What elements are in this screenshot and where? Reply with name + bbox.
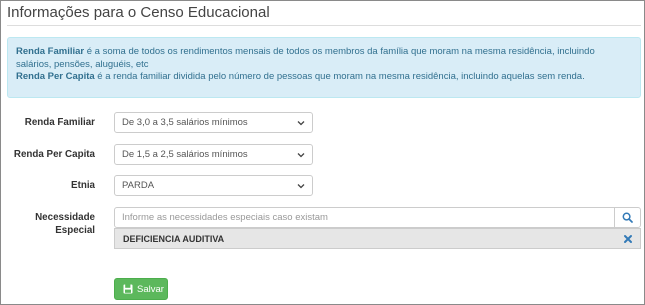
renda-familiar-value: De 3,0 a 3,5 salários mínimos <box>122 117 248 128</box>
search-button[interactable] <box>614 207 641 228</box>
etnia-value: PARDA <box>122 180 155 191</box>
chevron-down-icon <box>297 153 305 158</box>
save-button[interactable]: Salvar <box>114 278 168 300</box>
renda-per-capita-label: Renda Per Capita <box>13 149 95 160</box>
page-frame: Informações para o Censo Educacional Ren… <box>0 0 645 305</box>
floppy-disk-icon <box>123 284 133 294</box>
renda-familiar-label: Renda Familiar <box>24 117 95 128</box>
page-title: Informações para o Censo Educacional <box>7 4 270 21</box>
selected-necessidade-label: DEFICIENCIA AUDITIVA <box>123 234 225 244</box>
chevron-down-icon <box>297 184 305 189</box>
renda-familiar-select[interactable]: De 3,0 a 3,5 salários mínimos <box>114 112 313 133</box>
etnia-select[interactable]: PARDA <box>114 175 313 196</box>
info-renda-per-capita-term: Renda Per Capita <box>16 71 95 83</box>
necessidade-especial-label: Necessidade Especial <box>35 211 95 237</box>
info-renda-familiar-term: Renda Familiar <box>16 46 85 57</box>
title-divider <box>7 25 641 26</box>
save-button-label: Salvar <box>137 283 164 295</box>
info-alert: Renda Familiar é a soma de todos os rend… <box>7 37 641 98</box>
renda-per-capita-select[interactable]: De 1,5 a 2,5 salários mínimos <box>114 144 313 165</box>
selected-necessidade-item: DEFICIENCIA AUDITIVA <box>114 228 641 249</box>
necessidade-placeholder: Informe as necessidades especiais caso e… <box>122 212 328 223</box>
info-renda-per-capita: Renda Per Capita é a renda familiar divi… <box>16 71 632 84</box>
necessidade-search-input[interactable]: Informe as necessidades especiais caso e… <box>114 207 615 228</box>
remove-necessidade-icon[interactable] <box>623 234 633 244</box>
search-icon <box>622 212 633 223</box>
renda-per-capita-value: De 1,5 a 2,5 salários mínimos <box>122 149 248 160</box>
chevron-down-icon <box>297 121 305 126</box>
etnia-label: Etnia <box>71 180 95 191</box>
necessidade-label-line2: Especial <box>55 225 95 236</box>
info-renda-familiar: Renda Familiar é a soma de todos os rend… <box>16 46 632 71</box>
info-renda-per-capita-text: é a renda familiar dividida pelo número … <box>94 71 585 83</box>
info-renda-familiar-text: é a soma de todos os rendimentos mensais… <box>16 46 595 70</box>
necessidade-label-line1: Necessidade <box>35 212 95 223</box>
